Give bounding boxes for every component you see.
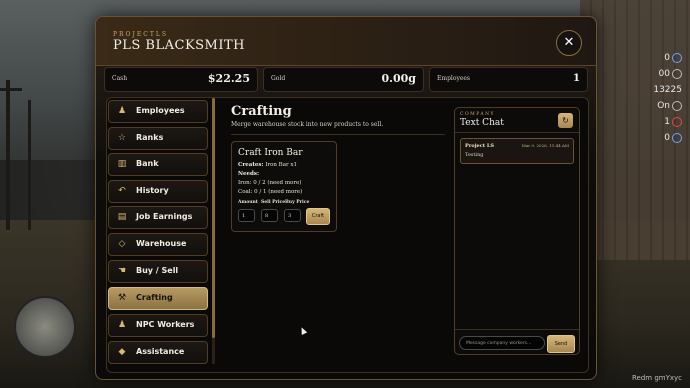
craft-button[interactable]: Craft [306, 208, 330, 225]
telegraph-pole [28, 100, 31, 230]
sidebar-scrollbar[interactable] [212, 98, 215, 364]
sidebar-item-crafting[interactable]: ⚒ Crafting [108, 287, 208, 310]
divider [455, 329, 579, 330]
hud-ring-icon [672, 100, 682, 111]
sidebar-item-ranks[interactable]: ☆ Ranks [108, 127, 208, 150]
recipe-card: Craft Iron Bar Creates: Iron Bar x1 Need… [231, 141, 337, 232]
chat-title: Text Chat [460, 118, 504, 128]
cash-value: $22.25 [207, 72, 250, 85]
message-author: Project LS [465, 143, 494, 149]
chat-subtitle: COMPANY [460, 112, 496, 117]
hud-row: 0 [652, 130, 682, 146]
recipe-needs-label: Needs: [238, 171, 259, 177]
divider [455, 132, 579, 133]
divider [231, 134, 445, 135]
sidebar-item-label: Employees [136, 106, 185, 115]
recipe-creates: Creates: Iron Bar x1 [238, 162, 297, 168]
message-text: Testing [465, 152, 484, 158]
telegraph-crossbar [0, 88, 22, 91]
ledger-icon: ▤ [117, 212, 127, 222]
employees-label: Employees [437, 75, 471, 82]
close-button[interactable]: ✕ [556, 30, 582, 56]
crafting-section: Crafting Merge warehouse stock into new … [231, 104, 445, 135]
cash-label: Cash [112, 75, 128, 82]
chat-message: Project LS Mar 9, 2026, 11:44 AM Testing [460, 138, 574, 164]
panel-subtitle: PROJECTLS [113, 31, 168, 38]
sidebar-item-buy-sell[interactable]: ☚ Buy / Sell [108, 260, 208, 283]
company-chat: COMPANY Text Chat ↻ Project LS Mar 9, 20… [454, 107, 580, 355]
gold-value: 0.00g [381, 72, 416, 85]
buy-price-label: Buy Price [285, 200, 310, 205]
sidebar-item-label: History [136, 186, 169, 195]
sidebar-item-npc-workers[interactable]: ♟ NPC Workers [108, 314, 208, 337]
sidebar-nav: ♟ Employees ☆ Ranks ▥ Bank ↶ History ▤ J… [108, 100, 212, 368]
employees-value: 1 [573, 73, 580, 84]
hud-ring-icon [672, 68, 682, 79]
hammer-icon: ⚒ [117, 293, 127, 303]
sidebar-item-bank[interactable]: ▥ Bank [108, 153, 208, 176]
hud-row: 13225 [653, 85, 682, 95]
amount-label: Amount [238, 200, 258, 205]
sidebar-item-label: Crafting [136, 293, 173, 302]
sidebar-item-job-earnings[interactable]: ▤ Job Earnings [108, 206, 208, 229]
sidebar-item-label: Bank [136, 159, 159, 168]
hand-icon: ☚ [117, 266, 127, 276]
hud-stats: 0 00 13225 On 1 0 [652, 50, 682, 146]
hud-ring-icon [672, 132, 682, 143]
telegraph-pole [6, 80, 10, 230]
hud-row: 00 [652, 66, 682, 82]
refresh-button[interactable]: ↻ [558, 113, 573, 128]
sidebar-item-label: NPC Workers [136, 320, 195, 329]
gold-label: Gold [271, 75, 286, 82]
diamond-icon: ◆ [118, 347, 126, 357]
recipe-need-item: Iron: 0 / 2 (need more) [238, 180, 302, 186]
history-icon: ↶ [118, 186, 126, 196]
sell-price-label: Sell Price [261, 200, 286, 205]
hud-ring-icon [672, 52, 682, 63]
send-button[interactable]: Send [547, 335, 575, 353]
recipe-title: Craft Iron Bar [238, 148, 303, 158]
sidebar-item-label: Job Earnings [136, 212, 193, 221]
scrollbar-thumb[interactable] [212, 98, 215, 338]
sidebar-item-history[interactable]: ↶ History [108, 180, 208, 203]
chat-message-input[interactable]: Message company workers... [459, 336, 545, 350]
cash-stat: Cash $22.25 [104, 67, 258, 92]
sidebar-item-label: Ranks [136, 133, 164, 142]
sidebar-item-label: Buy / Sell [136, 266, 179, 275]
hud-row: On [652, 98, 682, 114]
worker-icon: ♟ [117, 320, 127, 330]
panel-title: PLS BLACKSMITH [113, 38, 246, 53]
watermark: Redm gmYxyc [631, 374, 682, 382]
warehouse-icon: ◇ [118, 239, 126, 249]
sell-price-input[interactable]: 8 [261, 209, 278, 222]
hud-row: 1 [652, 114, 682, 130]
sidebar-item-employees[interactable]: ♟ Employees [108, 100, 208, 123]
buy-price-input[interactable]: 3 [284, 209, 301, 222]
star-icon: ☆ [117, 133, 127, 143]
sidebar-item-label: Assistance [136, 347, 185, 356]
amount-input[interactable]: 1 [238, 209, 255, 222]
person-icon: ♟ [117, 106, 127, 116]
sidebar-item-warehouse[interactable]: ◇ Warehouse [108, 233, 208, 256]
message-timestamp: Mar 9, 2026, 11:44 AM [521, 143, 569, 148]
section-description: Merge warehouse stock into new products … [231, 121, 384, 128]
employees-stat: Employees 1 [429, 67, 588, 92]
bank-icon: ▥ [117, 159, 127, 169]
hud-row: 0 [652, 50, 682, 66]
section-title: Crafting [231, 104, 292, 119]
minimap [14, 296, 76, 358]
sidebar-item-assistance[interactable]: ◆ Assistance [108, 341, 208, 364]
sidebar-item-label: Warehouse [136, 239, 187, 248]
panel-header: PROJECTLS PLS BLACKSMITH ✕ [96, 17, 596, 66]
hud-ring-icon [672, 116, 682, 127]
gold-stat: Gold 0.00g [263, 67, 424, 92]
recipe-need-item: Coal: 0 / 1 (need more) [238, 189, 303, 195]
